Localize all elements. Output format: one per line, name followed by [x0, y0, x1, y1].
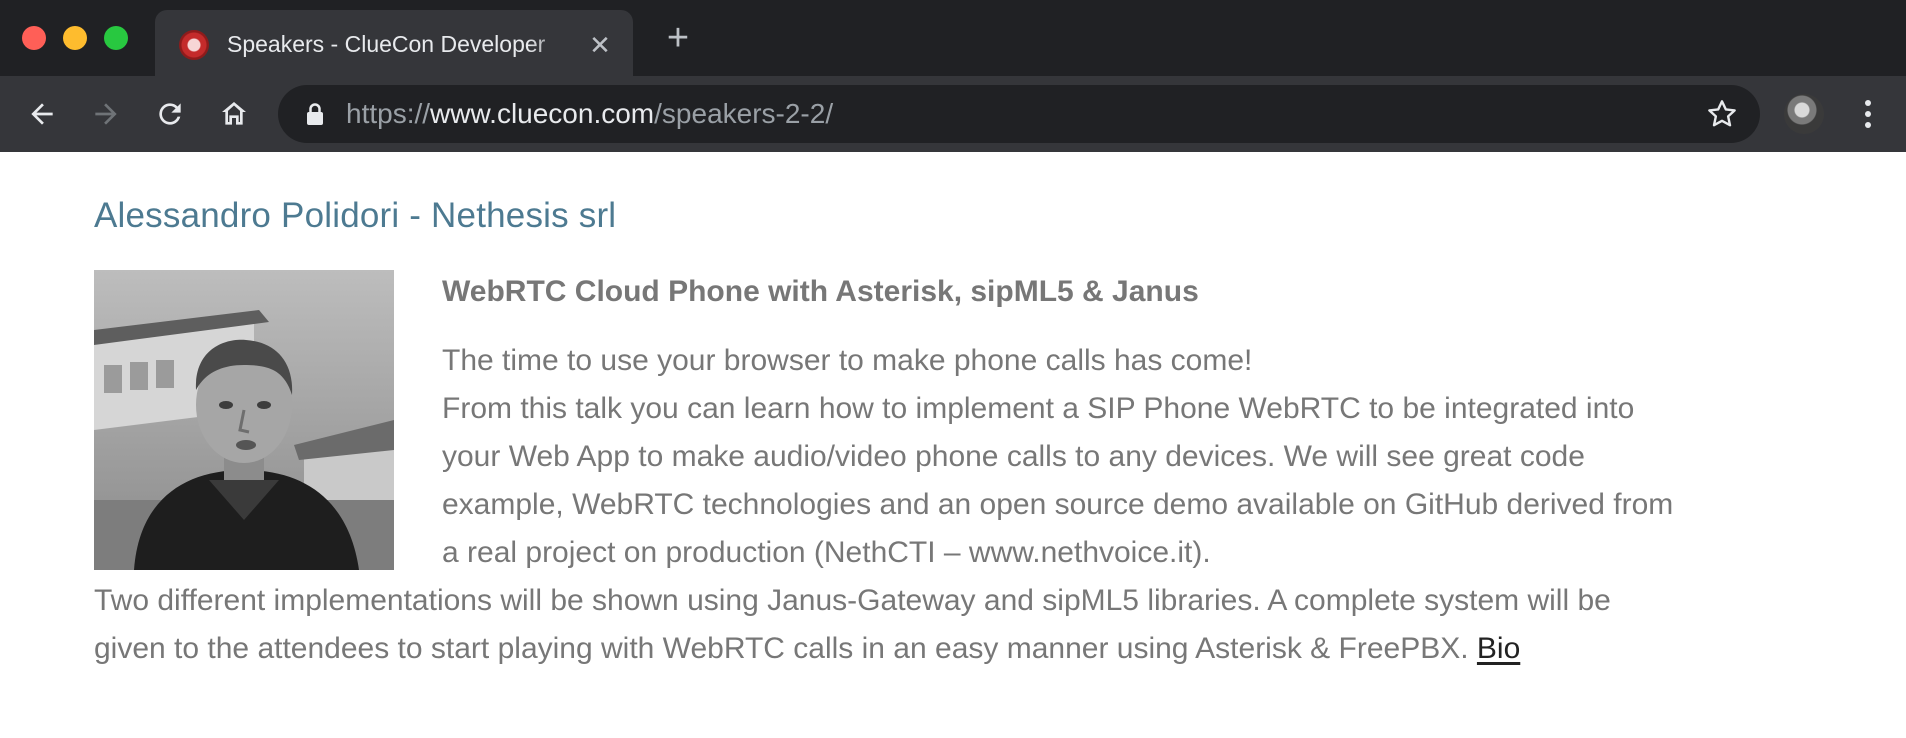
lock-icon — [307, 103, 323, 125]
description-line: The time to use your browser to make pho… — [442, 344, 1253, 377]
browser-toolbar: https://www.cluecon.com/speakers-2-2/ — [0, 76, 1906, 152]
new-tab-button[interactable]: + — [660, 19, 696, 57]
more-vert-icon[interactable] — [1856, 94, 1880, 134]
home-icon — [222, 102, 246, 125]
close-window-button[interactable] — [22, 26, 46, 50]
description-line: your Web App to make audio/video phone c… — [442, 440, 1585, 473]
back-arrow-icon — [31, 103, 53, 125]
star-icon[interactable] — [1706, 98, 1738, 130]
bio-link[interactable]: Bio — [1477, 632, 1520, 665]
tab-title: Speakers - ClueCon Developer — [227, 31, 546, 57]
talk-title: WebRTC Cloud Phone with Asterisk, sipML5… — [442, 275, 1199, 308]
description-line: Two different implementations will be sh… — [94, 584, 1611, 617]
page-content: Alessandro Polidori - Nethesis srl WebRT… — [0, 152, 1906, 738]
description-line: From this talk you can learn how to impl… — [442, 392, 1635, 425]
tab-speakers[interactable]: Speakers - ClueCon Developer ✕ — [155, 10, 633, 76]
minimize-window-button[interactable] — [63, 26, 87, 50]
address-bar[interactable]: https://www.cluecon.com/speakers-2-2/ — [278, 85, 1760, 143]
home-button[interactable] — [214, 94, 254, 134]
description-line-last: given to the attendees to start playing … — [94, 625, 1814, 673]
browser-tab-strip: Speakers - ClueCon Developer ✕ + — [0, 0, 1906, 76]
close-icon[interactable]: ✕ — [585, 30, 615, 60]
maximize-window-button[interactable] — [104, 26, 128, 50]
reload-icon — [159, 103, 181, 125]
description-line: a real project on production (NethCTI – … — [442, 536, 1211, 569]
cluecon-phone-icon — [179, 30, 209, 60]
description-line: example, WebRTC technologies and an open… — [442, 488, 1674, 521]
url-host: www.cluecon.com — [430, 98, 655, 129]
forward-arrow-icon — [95, 103, 117, 125]
forward-button[interactable] — [86, 94, 126, 134]
description-line-text: given to the attendees to start playing … — [94, 632, 1477, 665]
speaker-name: Alessandro Polidori - Nethesis srl — [94, 196, 617, 235]
avatar[interactable] — [1784, 94, 1824, 134]
back-button[interactable] — [22, 94, 62, 134]
url-text: https://www.cluecon.com/speakers-2-2/ — [346, 98, 833, 130]
url-path: /speakers-2-2/ — [654, 98, 834, 129]
reload-button[interactable] — [150, 94, 190, 134]
url-scheme: https:// — [346, 98, 431, 129]
talk-description: The time to use your browser to make pho… — [94, 337, 1814, 673]
